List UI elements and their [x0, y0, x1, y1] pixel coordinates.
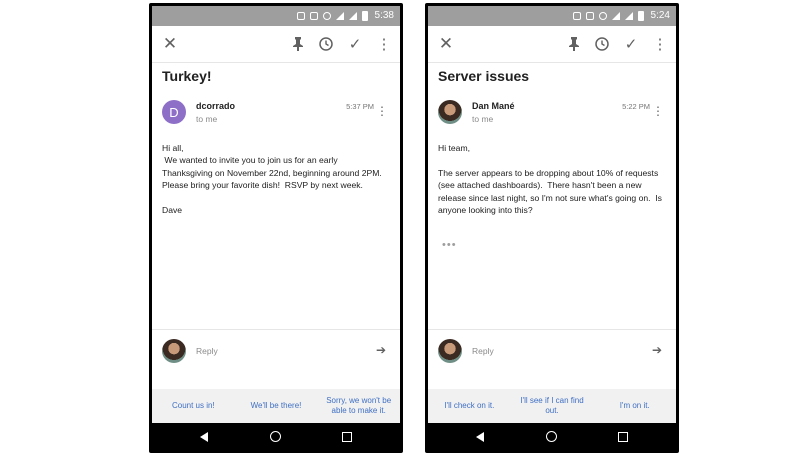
smart-reply-button[interactable]: I'm on it.: [593, 389, 676, 423]
more-vert-icon[interactable]: ⋮: [650, 34, 670, 54]
smart-reply-bar: I'll check on it. I'll see if I can find…: [428, 389, 676, 423]
toolbar: ✕ ✓ ⋮: [428, 26, 676, 63]
home-icon[interactable]: [546, 431, 557, 442]
notification-icon: [572, 11, 581, 20]
snooze-clock-icon[interactable]: [316, 34, 336, 54]
send-icon[interactable]: ➔: [376, 343, 386, 357]
sender-name: Dan Mané: [472, 101, 515, 111]
signal-icon: [348, 11, 357, 20]
message-more-icon[interactable]: ⋮: [376, 105, 388, 117]
email-screen: 5:38 ✕ ✓ ⋮ Turkey! D dcorrado to me 5:37…: [152, 6, 400, 450]
recipient-label[interactable]: to me: [196, 114, 217, 124]
reply-placeholder[interactable]: Reply: [196, 346, 218, 356]
wifi-icon: [611, 11, 620, 20]
message-time: 5:22 PM: [622, 102, 650, 111]
pin-icon[interactable]: [564, 34, 584, 54]
smart-reply-bar: Count us in! We'll be there! Sorry, we w…: [152, 389, 400, 423]
status-bar: 5:24: [428, 6, 676, 26]
reply-bar[interactable]: Reply ➔: [428, 329, 676, 373]
signal-icon: [624, 11, 633, 20]
toolbar: ✕ ✓ ⋮: [152, 26, 400, 63]
email-subject: Turkey!: [162, 68, 212, 84]
vibrate-icon: [585, 11, 594, 20]
user-avatar: [438, 339, 462, 363]
more-vert-icon[interactable]: ⋮: [374, 34, 394, 54]
nav-bar: [152, 423, 400, 450]
phone-left: 5:38 ✕ ✓ ⋮ Turkey! D dcorrado to me 5:37…: [149, 3, 403, 453]
nav-bar: [428, 423, 676, 450]
home-icon[interactable]: [270, 431, 281, 442]
email-screen: 5:24 ✕ ✓ ⋮ Server issues Dan Mané to me …: [428, 6, 676, 450]
reply-placeholder[interactable]: Reply: [472, 346, 494, 356]
pin-icon[interactable]: [288, 34, 308, 54]
smart-reply-button[interactable]: I'll check on it.: [428, 389, 511, 423]
snooze-clock-icon[interactable]: [592, 34, 612, 54]
message-time: 5:37 PM: [346, 102, 374, 111]
sender-avatar[interactable]: [438, 100, 462, 124]
close-icon[interactable]: ✕: [436, 34, 456, 54]
battery-icon: [637, 10, 644, 21]
recipient-label[interactable]: to me: [472, 114, 493, 124]
back-icon[interactable]: [200, 432, 208, 442]
alarm-icon: [322, 11, 331, 20]
show-trimmed-content-button[interactable]: •••: [442, 239, 457, 251]
wifi-icon: [335, 11, 344, 20]
message-more-icon[interactable]: ⋮: [652, 105, 664, 117]
status-time: 5:38: [374, 10, 394, 21]
recents-icon[interactable]: [342, 432, 352, 442]
status-time: 5:24: [650, 10, 670, 21]
notification-icon: [296, 11, 305, 20]
sender-avatar[interactable]: D: [162, 100, 186, 124]
alarm-icon: [598, 11, 607, 20]
smart-reply-button[interactable]: I'll see if I can find out.: [511, 389, 594, 423]
battery-icon: [361, 10, 368, 21]
check-icon[interactable]: ✓: [621, 34, 641, 54]
vibrate-icon: [309, 11, 318, 20]
email-subject: Server issues: [438, 68, 530, 84]
phone-right: 5:24 ✕ ✓ ⋮ Server issues Dan Mané to me …: [425, 3, 679, 453]
close-icon[interactable]: ✕: [160, 34, 180, 54]
status-bar: 5:38: [152, 6, 400, 26]
sender-name: dcorrado: [196, 101, 236, 111]
smart-reply-button[interactable]: We'll be there!: [235, 389, 318, 423]
email-body: Hi team, The server appears to be droppi…: [438, 143, 662, 216]
reply-bar[interactable]: Reply ➔: [152, 329, 400, 373]
recents-icon[interactable]: [618, 432, 628, 442]
email-body: Hi all, We wanted to invite you to join …: [162, 143, 382, 216]
send-icon[interactable]: ➔: [652, 343, 662, 357]
check-icon[interactable]: ✓: [345, 34, 365, 54]
smart-reply-button[interactable]: Count us in!: [152, 389, 235, 423]
smart-reply-button[interactable]: Sorry, we won't be able to make it.: [317, 389, 400, 423]
user-avatar: [162, 339, 186, 363]
back-icon[interactable]: [476, 432, 484, 442]
